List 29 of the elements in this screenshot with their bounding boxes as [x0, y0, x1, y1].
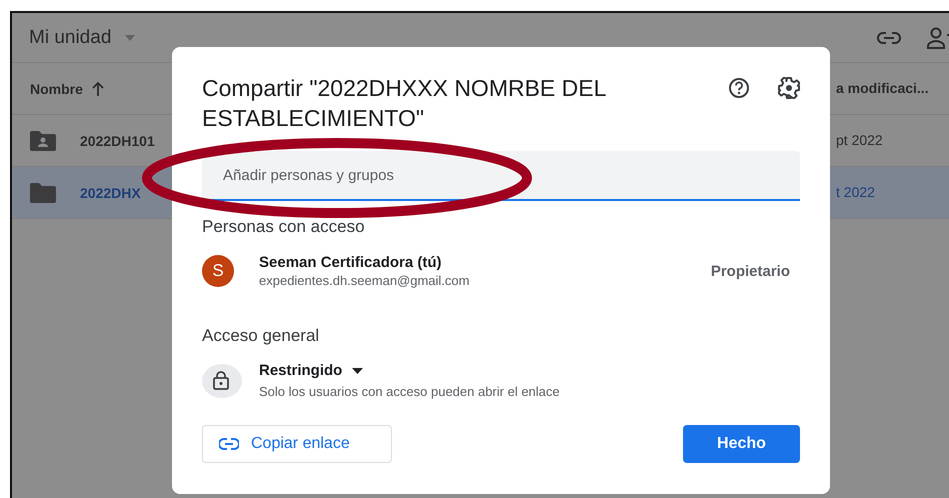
link-icon[interactable] — [877, 30, 901, 44]
section-heading: Acceso general — [202, 326, 320, 346]
add-person-icon[interactable] — [927, 26, 949, 48]
role-label: Propietario — [710, 262, 790, 280]
access-dropdown[interactable]: Restringido — [259, 362, 560, 379]
settings-icon[interactable] — [778, 77, 800, 99]
shared-folder-icon — [30, 130, 56, 150]
person-email: expedientes.dh.seeman@gmail.com — [259, 273, 470, 288]
access-description: Solo los usuarios con acceso pueden abrir el enlace — [259, 384, 560, 399]
dialog-title: Compartir "2022DHXXX NOMRBE DEL ESTABLECIMIENTO" — [202, 74, 607, 133]
modified-date: pt 2022 — [836, 132, 883, 148]
link-icon[interactable] — [219, 438, 239, 450]
sort-arrow-icon[interactable] — [90, 80, 105, 96]
avatar: S — [202, 255, 234, 287]
help-icon[interactable] — [728, 77, 750, 99]
section-heading: Personas con acceso — [202, 217, 366, 237]
file-name: 2022DH101 — [80, 132, 155, 148]
modified-date: t 2022 — [836, 184, 875, 200]
lock-icon — [202, 364, 242, 398]
person-name: Seeman Certificadora (tú) — [259, 254, 443, 271]
file-name: 2022DHX — [80, 184, 141, 200]
column-header[interactable]: a modificaci... — [836, 80, 929, 96]
add-people-field[interactable]: Añadir personas y grupos — [202, 151, 800, 201]
folder-title[interactable]: Mi unidad — [29, 26, 112, 48]
done-button[interactable]: Hecho — [683, 425, 800, 463]
column-header[interactable]: Nombre — [30, 80, 83, 96]
folder-icon — [30, 182, 56, 202]
caret-icon[interactable] — [352, 368, 364, 374]
copy-link-button[interactable]: Copiar enlace — [202, 425, 392, 463]
